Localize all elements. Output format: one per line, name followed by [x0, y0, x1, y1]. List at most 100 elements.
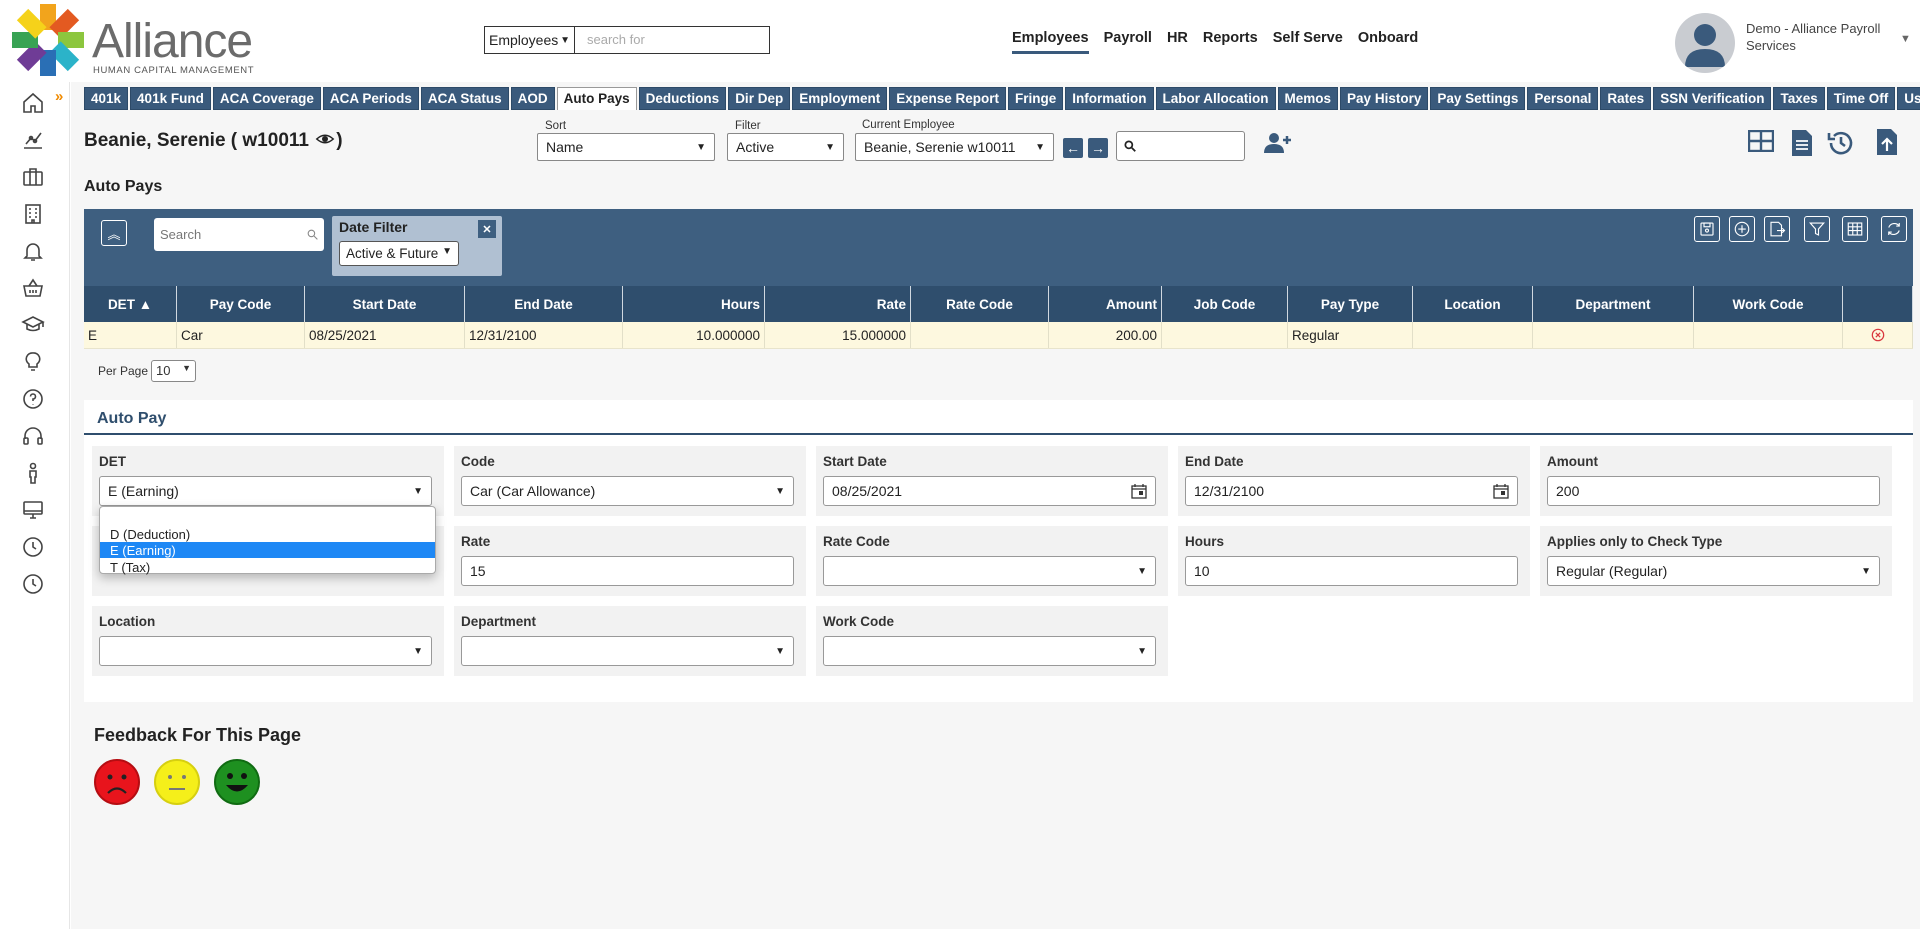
tab-personal[interactable]: Personal [1527, 87, 1599, 110]
document-icon[interactable] [1791, 129, 1813, 157]
history-icon[interactable] [1826, 128, 1856, 158]
header-search-input[interactable]: search for [574, 26, 770, 54]
table-row[interactable]: E Car 08/25/2021 12/31/2100 10.000000 15.0000… [84, 322, 1913, 349]
next-employee-button[interactable]: → [1088, 138, 1108, 158]
clock-icon[interactable] [20, 571, 46, 597]
tab-rates[interactable]: Rates [1600, 87, 1652, 110]
briefcase-icon[interactable] [20, 164, 46, 190]
column-header[interactable]: Location [1413, 286, 1533, 322]
happy-face-icon[interactable] [213, 758, 261, 806]
tab-401k-fund[interactable]: 401k Fund [130, 87, 211, 110]
export-icon[interactable] [1764, 216, 1790, 242]
code-select[interactable]: Car (Car Allowance) ▼ [461, 476, 794, 506]
grid-search-input[interactable]: Search [154, 218, 324, 251]
rate-code-select[interactable]: ▼ [823, 556, 1156, 586]
tab-401k[interactable]: 401k [84, 87, 129, 110]
save-icon[interactable] [1694, 216, 1720, 242]
help-icon[interactable] [20, 386, 46, 412]
column-header[interactable]: Hours [623, 286, 765, 322]
bell-icon[interactable] [20, 238, 46, 264]
start-date-input[interactable]: 08/25/2021 [823, 476, 1156, 506]
tab-expense-report[interactable]: Expense Report [889, 87, 1006, 110]
column-header[interactable]: Start Date [305, 286, 465, 322]
date-filter-select[interactable]: Active & Future ▼ [339, 241, 459, 266]
headset-icon[interactable] [20, 423, 46, 449]
tab-aod[interactable]: AOD [510, 87, 555, 110]
det-option[interactable]: E (Earning) [100, 542, 435, 558]
column-header[interactable]: DET ▲ [84, 286, 177, 322]
column-header[interactable]: End Date [465, 286, 623, 322]
column-header[interactable]: Pay Code [177, 286, 305, 322]
current-employee-select[interactable]: Beanie, Serenie w10011 ▼ [855, 133, 1054, 161]
close-icon[interactable]: ✕ [478, 220, 496, 238]
nav-payroll[interactable]: Payroll [1104, 30, 1152, 54]
nav-employees[interactable]: Employees [1012, 30, 1089, 54]
column-header[interactable]: Department [1533, 286, 1694, 322]
tab-aca-status[interactable]: ACA Status [420, 87, 509, 110]
delete-row-icon[interactable] [1843, 322, 1913, 348]
avatar[interactable] [1675, 13, 1735, 73]
tab-pay-history[interactable]: Pay History [1340, 87, 1429, 110]
eye-icon[interactable] [314, 130, 336, 151]
per-page-select[interactable]: 10 ▼ [151, 360, 197, 382]
nav-self-serve[interactable]: Self Serve [1273, 30, 1343, 54]
monitor-icon[interactable] [20, 497, 46, 523]
basket-icon[interactable] [20, 275, 46, 301]
sort-select[interactable]: Name ▼ [537, 133, 715, 161]
column-header[interactable]: Rate Code [911, 286, 1049, 322]
home-icon[interactable] [20, 90, 46, 116]
det-option[interactable]: T (Tax) [100, 559, 435, 575]
alliance-logo-icon[interactable] [10, 2, 86, 78]
column-header[interactable]: Work Code [1694, 286, 1843, 322]
tab-fringe[interactable]: Fringe [1008, 87, 1064, 110]
amount-input[interactable]: 200 [1547, 476, 1880, 506]
nav-onboard[interactable]: Onboard [1358, 30, 1418, 54]
refresh-icon[interactable] [1881, 216, 1907, 242]
det-option[interactable] [100, 509, 435, 525]
tab-pay-settings[interactable]: Pay Settings [1430, 87, 1526, 110]
grid-view-icon[interactable] [1748, 130, 1774, 152]
nav-reports[interactable]: Reports [1203, 30, 1258, 54]
tab-ssn-verification[interactable]: SSN Verification [1653, 87, 1772, 110]
check-type-select[interactable]: Regular (Regular) ▼ [1547, 556, 1880, 586]
person-icon[interactable] [20, 460, 46, 486]
location-select[interactable]: ▼ [99, 636, 432, 666]
tab-dir-dep[interactable]: Dir Dep [728, 87, 791, 110]
clock-icon[interactable] [20, 534, 46, 560]
employee-search-input[interactable] [1116, 131, 1245, 161]
det-select[interactable]: E (Earning) ▼ [99, 476, 432, 506]
tab-labor-allocation[interactable]: Labor Allocation [1155, 87, 1276, 110]
tab-user-defined[interactable]: User Defined [1897, 87, 1920, 110]
header-search-scope-select[interactable]: Employees ▼ [484, 26, 574, 54]
sad-face-icon[interactable] [93, 758, 141, 806]
tab-employment[interactable]: Employment [792, 87, 888, 110]
tab-time-off[interactable]: Time Off [1826, 87, 1896, 110]
end-date-input[interactable]: 12/31/2100 [1185, 476, 1518, 506]
department-select[interactable]: ▼ [461, 636, 794, 666]
column-header[interactable]: Rate [765, 286, 911, 322]
lightbulb-icon[interactable] [20, 349, 46, 375]
filter-select[interactable]: Active ▼ [727, 133, 844, 161]
columns-icon[interactable] [1842, 216, 1868, 242]
work-code-select[interactable]: ▼ [823, 636, 1156, 666]
tab-auto-pays[interactable]: Auto Pays [556, 87, 637, 110]
filter-icon[interactable] [1804, 216, 1830, 242]
nav-hr[interactable]: HR [1167, 30, 1188, 54]
tab-aca-coverage[interactable]: ACA Coverage [212, 87, 321, 110]
neutral-face-icon[interactable] [153, 758, 201, 806]
tab-aca-periods[interactable]: ACA Periods [322, 87, 419, 110]
tab-taxes[interactable]: Taxes [1773, 87, 1825, 110]
previous-employee-button[interactable]: ← [1063, 138, 1083, 158]
tab-information[interactable]: Information [1065, 87, 1154, 110]
rate-input[interactable]: 15 [461, 556, 794, 586]
chevron-down-icon[interactable]: ▼ [1900, 33, 1911, 45]
building-icon[interactable] [20, 201, 46, 227]
add-icon[interactable] [1729, 216, 1755, 242]
user-name[interactable]: Demo - Alliance Payroll Services [1746, 20, 1896, 54]
collapse-button[interactable]: ︽ [101, 220, 127, 246]
calendar-icon[interactable] [1493, 483, 1509, 499]
calendar-icon[interactable] [1131, 483, 1147, 499]
tab-memos[interactable]: Memos [1277, 87, 1339, 110]
det-option[interactable]: D (Deduction) [100, 526, 435, 542]
hours-input[interactable]: 10 [1185, 556, 1518, 586]
